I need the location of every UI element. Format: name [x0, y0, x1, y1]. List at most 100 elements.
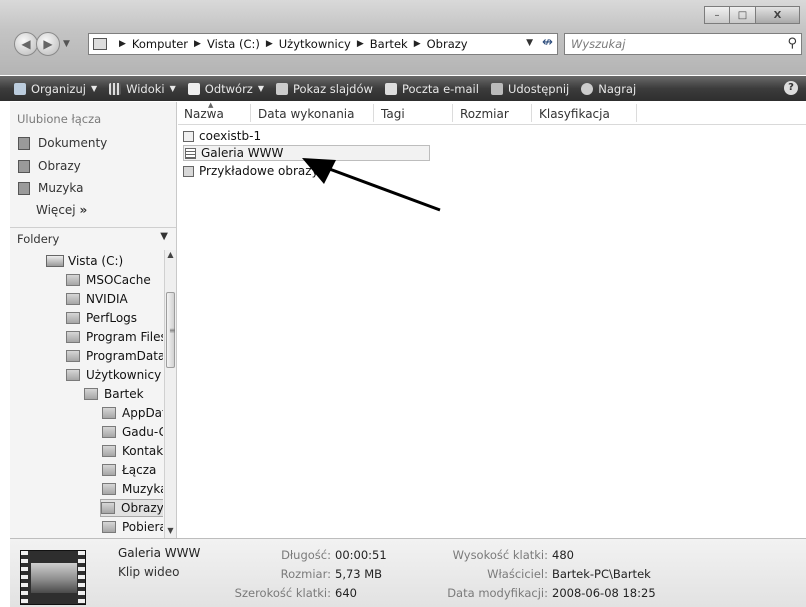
details-file-type: Klip wideo	[118, 565, 180, 579]
date-modified-label: Data modyfikacji:	[447, 586, 548, 600]
tree-item[interactable]: ProgramData	[66, 347, 163, 365]
navigation-pane: Ulubione łącza Dokumenty Obrazy Muzyka W…	[10, 102, 177, 538]
tree-item[interactable]: Użytkownicy	[66, 366, 161, 384]
folder-icon	[66, 274, 80, 286]
breadcrumb-item[interactable]: Komputer	[132, 37, 188, 51]
tree-item[interactable]: Kontakty	[102, 442, 163, 460]
refresh-icon[interactable]: ↮	[542, 35, 553, 50]
favorite-item-music[interactable]: Muzyka	[18, 181, 83, 195]
address-bar[interactable]: ▶ Komputer ▶ Vista (C:) ▶ Użytkownicy ▶ …	[88, 33, 558, 55]
window-controls: – □ X	[704, 6, 800, 24]
tree-item[interactable]: Łącza	[102, 461, 156, 479]
more-links[interactable]: Więcej »	[36, 203, 87, 217]
tree-scrollbar[interactable]: ▲ ≡ ▼	[164, 250, 176, 538]
chevron-right-icon[interactable]: ▶	[357, 39, 364, 49]
folder-icon	[66, 369, 80, 381]
mail-icon	[384, 82, 397, 95]
email-button[interactable]: Poczta e-mail	[384, 82, 479, 96]
chevron-right-icon[interactable]: ▶	[266, 39, 273, 49]
search-icon[interactable]: ⚲	[787, 36, 797, 51]
tree-item[interactable]: Bartek	[84, 385, 144, 403]
search-placeholder: Wyszukaj	[571, 37, 626, 51]
chevron-right-icon: ▶	[119, 39, 126, 49]
help-icon[interactable]: ?	[784, 81, 798, 95]
slideshow-icon	[276, 82, 288, 95]
views-button[interactable]: Widoki ▼	[109, 82, 176, 96]
contacts-folder-icon	[102, 445, 116, 457]
slideshow-button[interactable]: Pokaz slajdów	[276, 82, 373, 96]
share-icon	[490, 82, 503, 95]
breadcrumb-item[interactable]: Użytkownicy	[279, 37, 351, 51]
tree-item[interactable]: NVIDIA	[66, 290, 128, 308]
frame-width-label: Szerokość klatki:	[234, 586, 331, 600]
chevron-down-icon: ▼	[169, 84, 176, 93]
search-input[interactable]: Wyszukaj ⚲	[564, 33, 802, 55]
tree-item[interactable]: Program Files	[66, 328, 163, 346]
folder-icon	[66, 331, 80, 343]
chevron-down-icon: ▼	[90, 84, 98, 93]
music-folder-icon	[102, 483, 116, 495]
arrow-left-icon: ◀	[21, 37, 31, 51]
address-dropdown-icon[interactable]: ▼	[526, 38, 533, 48]
chevron-right-icon[interactable]: ▶	[194, 39, 201, 49]
double-chevron-right-icon: »	[79, 203, 88, 217]
pictures-folder-icon	[101, 502, 115, 514]
scrollbar-thumb[interactable]: ≡	[166, 292, 176, 368]
film-strip-icon	[78, 551, 85, 604]
divider	[10, 227, 176, 228]
favorite-links-title: Ulubione łącza	[17, 112, 102, 126]
organize-icon	[14, 82, 26, 95]
scroll-down-icon[interactable]: ▼	[165, 526, 176, 538]
play-button[interactable]: Odtwórz ▼	[187, 82, 264, 96]
downloads-folder-icon	[102, 521, 116, 533]
share-button[interactable]: Udostępnij	[490, 82, 569, 96]
folder-icon	[66, 312, 80, 324]
breadcrumb-item[interactable]: Vista (C:)	[207, 37, 260, 51]
folder-icon	[102, 426, 116, 438]
video-thumbnail	[20, 550, 86, 605]
frame-width-value: 640	[335, 586, 357, 600]
computer-icon	[93, 38, 107, 50]
scroll-up-icon[interactable]: ▲	[165, 250, 176, 262]
play-icon	[187, 82, 200, 95]
maximize-button[interactable]: □	[730, 6, 756, 24]
pictures-icon	[18, 159, 30, 173]
tree-item[interactable]: Gadu-Gadu	[102, 423, 163, 441]
owner-value: Bartek-PC\Bartek	[552, 567, 651, 581]
folders-header[interactable]: Foldery	[17, 232, 59, 246]
breadcrumb: ▶ Komputer ▶ Vista (C:) ▶ Użytkownicy ▶ …	[113, 37, 468, 51]
close-button[interactable]: X	[756, 6, 800, 24]
forward-button[interactable]: ▶	[36, 32, 60, 56]
favorite-item-documents[interactable]: Dokumenty	[18, 136, 107, 150]
history-dropdown-icon[interactable]: ▼	[63, 39, 70, 49]
folder-icon	[102, 407, 116, 419]
burn-disc-icon	[581, 82, 594, 95]
tree-item[interactable]: Muzyka	[102, 480, 163, 498]
duration-label: Długość:	[281, 548, 331, 562]
organize-button[interactable]: Organizuj ▼	[14, 82, 97, 96]
size-label: Rozmiar:	[280, 567, 331, 581]
tree-item[interactable]: Pobierane	[102, 518, 163, 536]
chevron-right-icon[interactable]: ▶	[414, 39, 421, 49]
chevron-down-icon[interactable]: ▼	[160, 231, 168, 242]
back-button[interactable]: ◀	[14, 32, 38, 56]
arrow-right-icon: ▶	[43, 37, 53, 51]
tree-item-selected[interactable]: Obrazy	[100, 499, 163, 517]
folder-icon	[84, 388, 98, 400]
burn-button[interactable]: Nagraj	[581, 82, 636, 96]
breadcrumb-item[interactable]: Obrazy	[427, 37, 468, 51]
command-toolbar: Organizuj ▼ Widoki ▼ Odtwórz ▼ Pokaz slajdó…	[0, 76, 806, 101]
arrow-shaft	[315, 162, 441, 212]
tree-item[interactable]: MSOCache	[66, 271, 151, 289]
views-icon	[109, 82, 122, 95]
frame-height-value: 480	[552, 548, 574, 562]
owner-label: Właściciel:	[487, 567, 548, 581]
tree-item[interactable]: PerfLogs	[66, 309, 137, 327]
minimize-button[interactable]: –	[704, 6, 730, 24]
tree-item[interactable]: AppData	[102, 404, 163, 422]
breadcrumb-item[interactable]: Bartek	[370, 37, 408, 51]
favorite-item-pictures[interactable]: Obrazy	[18, 159, 81, 173]
tree-item-drive[interactable]: Vista (C:)	[46, 252, 123, 270]
chevron-down-icon: ▼	[257, 84, 264, 93]
details-file-name: Galeria WWW	[118, 546, 201, 560]
